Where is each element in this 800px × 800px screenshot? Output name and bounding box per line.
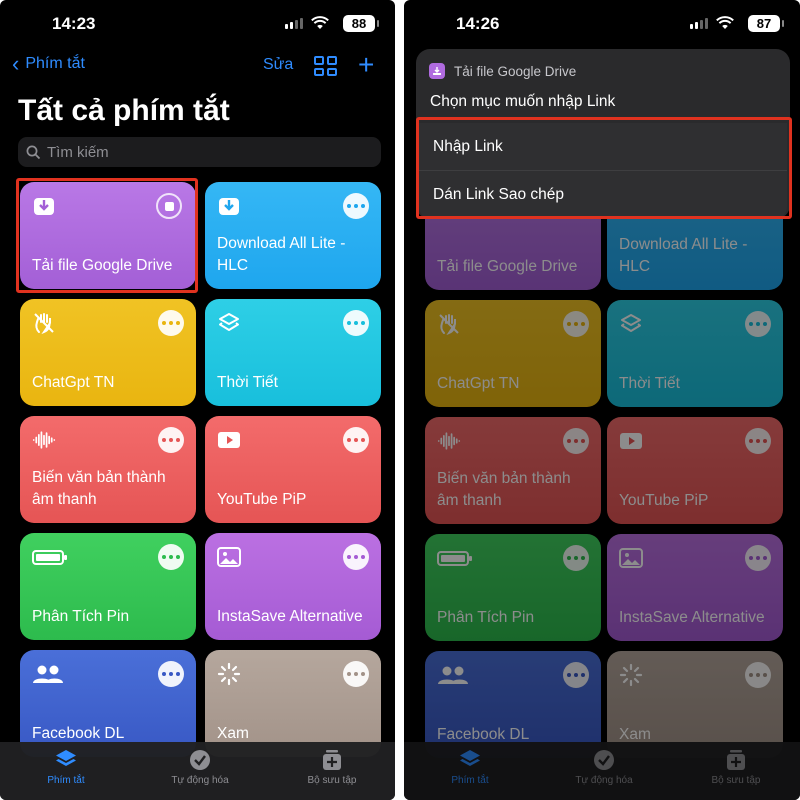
back-label: Phím tắt — [25, 55, 85, 72]
nav-bar: ‹ Phím tắt Sửa + — [0, 49, 395, 82]
tab-shortcuts[interactable]: Phím tắt — [16, 748, 116, 786]
chevron-left-icon: ‹ — [12, 51, 20, 76]
search-input[interactable]: Tìm kiếm — [18, 137, 381, 167]
more-options-button[interactable] — [343, 544, 369, 570]
more-options-button[interactable] — [158, 661, 184, 687]
tile-label: ChatGpt TN — [32, 374, 115, 391]
status-time: 14:26 — [456, 14, 500, 33]
tab-gallery[interactable]: Bộ sưu tập — [282, 748, 382, 786]
clock-check-icon — [190, 750, 210, 770]
search-icon — [26, 145, 41, 159]
more-options-button[interactable] — [158, 544, 184, 570]
tab-bar: Phím tắt Tự động hóa Bộ sưu tập — [0, 742, 395, 800]
shortcut-tile-youtube-pip[interactable]: YouTube PiP — [205, 416, 381, 523]
tab-label: Phím tắt — [47, 775, 85, 786]
more-options-button[interactable] — [343, 310, 369, 336]
battery-indicator: 87 — [748, 15, 784, 32]
menu-prompt: Chọn mục muốn nhập Link — [430, 93, 616, 110]
tab-label: Bộ sưu tập — [307, 775, 357, 786]
tile-label: Biến văn bản thành âm thanh — [32, 469, 166, 508]
tab-label: Tự động hóa — [171, 775, 229, 786]
people-icon — [33, 665, 63, 683]
battery-indicator: 88 — [343, 15, 379, 32]
status-time: 14:23 — [52, 14, 96, 33]
edit-button[interactable]: Sửa — [263, 56, 293, 74]
back-button[interactable]: ‹ Phím tắt — [12, 51, 85, 76]
waveform-icon — [32, 431, 56, 449]
sparkle-icon — [217, 662, 241, 686]
more-options-button[interactable] — [343, 193, 369, 219]
shortcut-tile-chatgpt-tn[interactable]: ChatGpt TN — [20, 299, 196, 406]
photo-icon — [217, 547, 241, 567]
status-bar: 14:23 88 — [0, 0, 395, 48]
wifi-icon — [311, 16, 329, 29]
tile-label: Thời Tiết — [217, 374, 278, 391]
cellular-signal-icon — [690, 18, 708, 29]
page-title: Tất cả phím tắt — [18, 94, 230, 127]
menu-app-name: Tải file Google Drive — [454, 63, 577, 79]
menu-header: Tải file Google Drive — [429, 63, 576, 79]
more-options-button[interactable] — [343, 661, 369, 687]
shortcut-app-icon — [429, 63, 445, 79]
grid-view-icon[interactable] — [314, 56, 337, 76]
shortcut-tile-facebook-dl[interactable]: Facebook DL — [20, 650, 196, 757]
gallery-icon — [323, 750, 341, 770]
add-shortcut-button[interactable]: + — [358, 49, 374, 81]
shortcut-tile-xam[interactable]: Xam — [205, 650, 381, 757]
shortcut-tile-download-all-lite[interactable]: Download All Lite - HLC — [205, 182, 381, 289]
shortcut-tile-thoi-tiet[interactable]: Thời Tiết — [205, 299, 381, 406]
tile-label: Download All Lite - HLC — [217, 235, 346, 274]
download-icon — [219, 198, 239, 215]
highlight-box — [416, 117, 792, 219]
tile-label: YouTube PiP — [217, 491, 307, 508]
search-placeholder: Tìm kiếm — [47, 143, 109, 161]
hand-icon — [34, 313, 54, 335]
cellular-signal-icon — [285, 18, 303, 29]
battery-icon — [32, 550, 67, 565]
more-options-button[interactable] — [158, 427, 184, 453]
highlight-box — [16, 178, 198, 293]
tab-automation[interactable]: Tự động hóa — [150, 748, 250, 786]
wifi-icon — [716, 16, 734, 29]
tile-label: Phân Tích Pin — [32, 608, 130, 625]
shortcut-tile-instasave[interactable]: InstaSave Alternative — [205, 533, 381, 640]
more-options-button[interactable] — [343, 427, 369, 453]
shortcut-tile-phan-tich-pin[interactable]: Phân Tích Pin — [20, 533, 196, 640]
left-screen: 14:23 88 ‹ Phím tắt Sửa + Tất cả phím tắt… — [0, 0, 395, 800]
more-options-button[interactable] — [158, 310, 184, 336]
status-bar: 14:26 87 — [404, 0, 800, 48]
right-screen: 14:26 87 Tải file Google Drive Download … — [404, 0, 800, 800]
layers-icon — [56, 750, 76, 766]
play-icon — [218, 432, 240, 448]
layers-icon — [219, 313, 239, 331]
tile-label: InstaSave Alternative — [217, 608, 363, 625]
shortcut-tile-bien-van-ban[interactable]: Biến văn bản thành âm thanh — [20, 416, 196, 523]
